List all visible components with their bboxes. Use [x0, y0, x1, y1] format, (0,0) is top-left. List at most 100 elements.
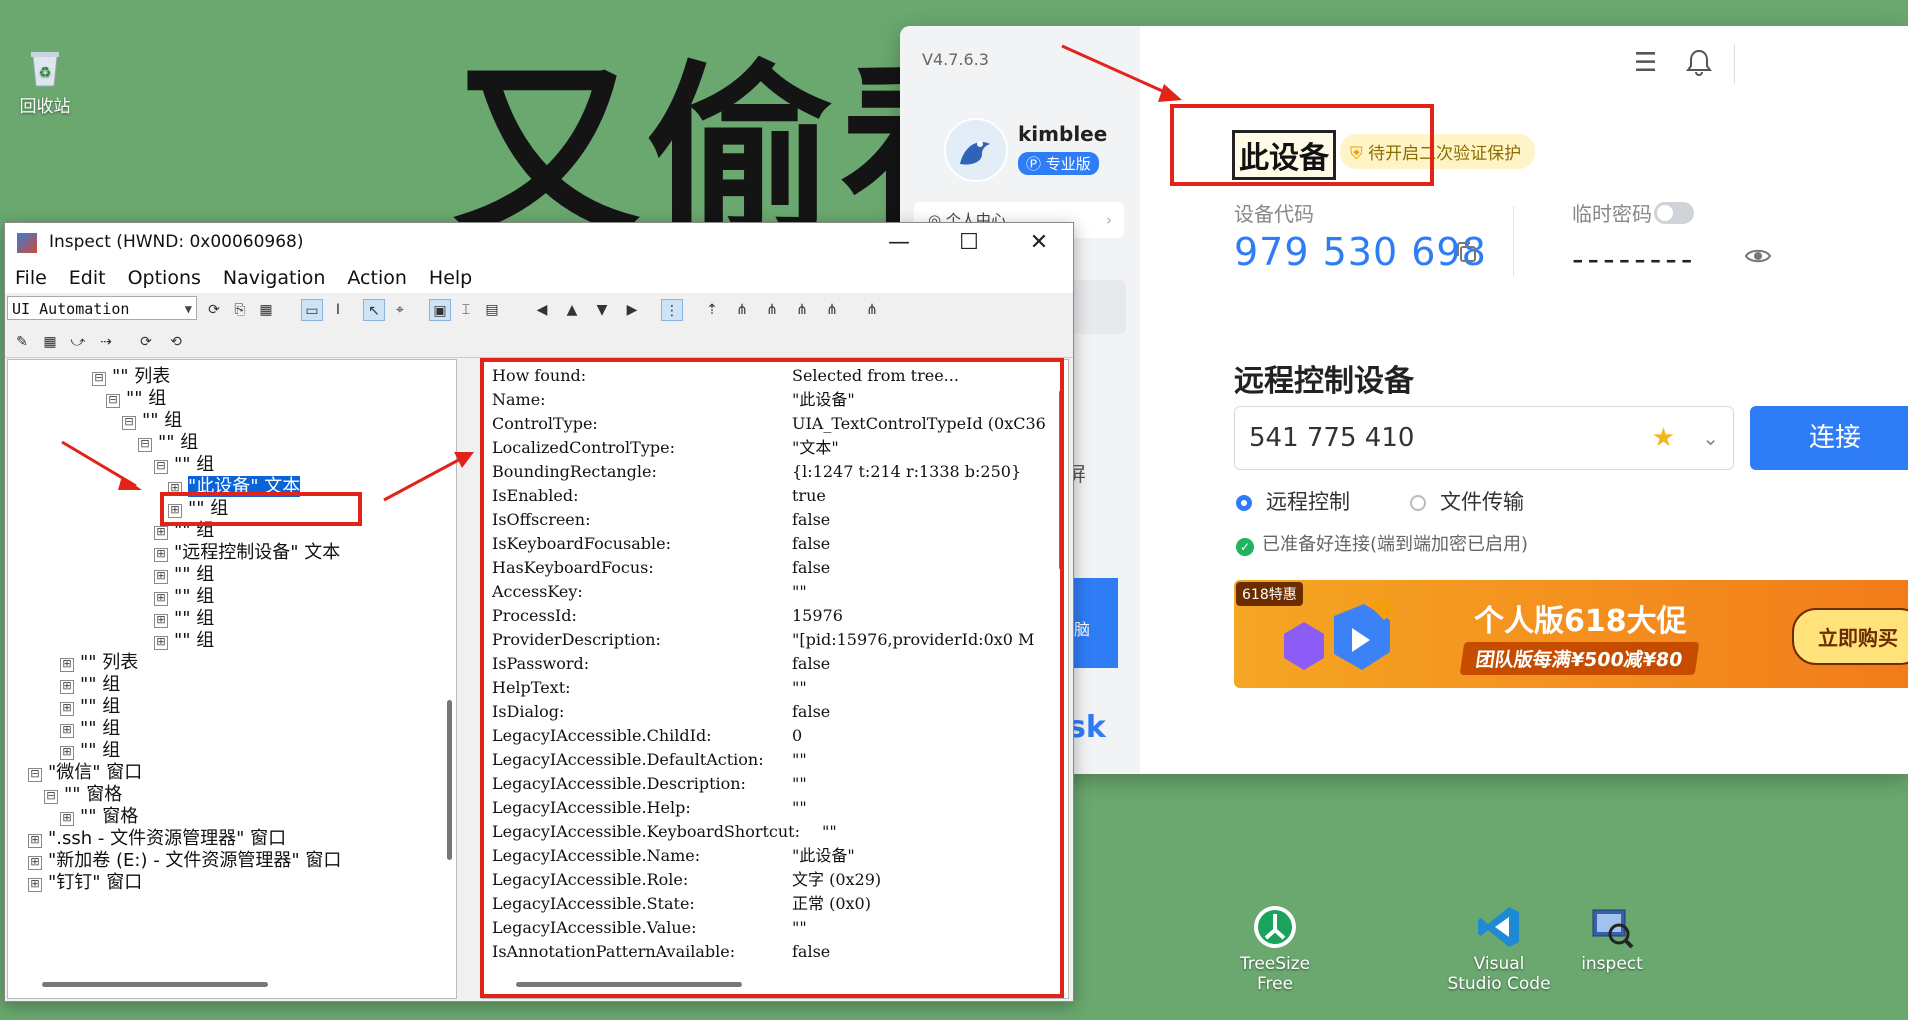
tool-b-icon[interactable]: ▦ [39, 331, 61, 353]
menu-help[interactable]: Help [429, 267, 472, 289]
nav-parent-icon[interactable]: ⇡ [701, 299, 723, 321]
expand-icon[interactable]: ⊞ [60, 658, 74, 672]
expand-icon[interactable]: ⊞ [60, 702, 74, 716]
remote-id-input[interactable]: 541 775 410 ★ ⌄ [1234, 406, 1734, 470]
tree-view-icon[interactable]: ⋮ [661, 299, 683, 321]
expand-icon[interactable]: ⊞ [154, 592, 168, 606]
expand-icon[interactable]: ⊞ [28, 878, 42, 892]
desktop-icon-vscode[interactable]: Visual Studio Code [1440, 904, 1558, 994]
properties-icon[interactable]: ▦ [255, 299, 277, 321]
maximize-icon[interactable]: ☐ [939, 225, 999, 261]
text-cursor-icon[interactable]: I [327, 299, 349, 321]
collapse-icon[interactable]: ⊟ [44, 790, 58, 804]
collapse-icon[interactable]: ⊟ [92, 372, 106, 386]
nav-up-icon[interactable]: ▲ [561, 299, 583, 321]
menu-navigation[interactable]: Navigation [223, 267, 325, 289]
radio-remote-label: 远程控制 [1266, 490, 1350, 514]
bell-icon[interactable] [1686, 48, 1712, 83]
tool-d-icon[interactable]: ⇢ [95, 331, 117, 353]
avatar[interactable] [944, 118, 1008, 182]
collapse-icon[interactable]: ⊟ [138, 438, 152, 452]
chevron-down-icon[interactable]: ⌄ [1702, 407, 1719, 469]
menu-file[interactable]: File [15, 267, 47, 289]
property-row: ProviderDescription: "[pid:15976,provider… [492, 628, 1034, 652]
tree-vertical-scrollbar[interactable] [447, 700, 452, 860]
menu-icon[interactable]: ☰ [1634, 48, 1657, 78]
tool-e-icon[interactable]: ⟳ [135, 331, 157, 353]
buy-now-button[interactable]: 立即购买 [1792, 608, 1908, 665]
inspect-menubar: File Edit Options Navigation Action Help [5, 263, 1073, 293]
show-info-icon[interactable]: ▤ [481, 299, 503, 321]
nav-down-icon[interactable]: ▼ [591, 299, 613, 321]
expand-icon[interactable]: ⊞ [60, 724, 74, 738]
pointer-icon[interactable]: ↖ [363, 299, 385, 321]
expand-icon[interactable]: ⊞ [154, 636, 168, 650]
inspect-titlebar[interactable]: Inspect (HWND: 0x00060968) — ☐ ✕ [5, 223, 1073, 263]
expand-icon[interactable]: ⊞ [154, 570, 168, 584]
nav-right-icon[interactable]: ▶ [621, 299, 643, 321]
expand-icon[interactable]: ⊞ [60, 680, 74, 694]
radio-remote-control[interactable]: 远程控制 [1236, 486, 1350, 516]
expand-icon[interactable]: ⊞ [60, 746, 74, 760]
expand-icon[interactable]: ⊞ [168, 504, 182, 518]
nav-left-icon[interactable]: ◀ [531, 299, 553, 321]
nav-last-child-icon[interactable]: ⋔ [821, 299, 843, 321]
check-icon: ✓ [1236, 538, 1254, 556]
focus-rect-icon[interactable]: ▭ [301, 299, 323, 321]
nav-next-sibling-icon[interactable]: ⋔ [761, 299, 783, 321]
menu-action[interactable]: Action [347, 267, 407, 289]
tree-node[interactable]: ⊞ "钉钉" 窗口 [28, 870, 142, 896]
tree-horizontal-scrollbar[interactable] [42, 982, 268, 987]
tool-refresh-icon[interactable]: ⟲ [165, 331, 187, 353]
recycle-bin[interactable]: ♻ 回收站 [12, 48, 78, 117]
hover-icon[interactable]: ⌖ [389, 299, 411, 321]
expand-icon[interactable]: ⊞ [60, 812, 74, 826]
tree-node-label: "钉钉" 窗口 [48, 872, 143, 893]
radio-file-transfer[interactable]: 文件传输 [1410, 486, 1524, 516]
desktop-icon-inspect[interactable]: inspect [1570, 904, 1654, 974]
properties-vertical-scrollbar[interactable] [1059, 390, 1064, 570]
collapse-icon[interactable]: ⊟ [122, 416, 136, 430]
sidebar-promo-card[interactable]: 脑 [1068, 578, 1118, 668]
close-icon[interactable]: ✕ [1009, 225, 1069, 261]
menu-options[interactable]: Options [128, 267, 201, 289]
promo-banner[interactable]: 618特惠 个人版618大促 团队版每满¥500减¥80 立即购买 [1234, 580, 1908, 688]
star-icon[interactable]: ★ [1652, 407, 1675, 469]
minimize-icon[interactable]: — [869, 225, 929, 261]
temp-password-toggle[interactable] [1654, 202, 1694, 224]
expand-icon[interactable]: ⊞ [154, 614, 168, 628]
menu-edit[interactable]: Edit [69, 267, 106, 289]
element-tree[interactable]: ⊟ "" 列表 ⊟ "" 组 ⊟ "" 组 ⊟ "" 组 ⊟ "" 组 ⊞ "此设备" 文本… [7, 359, 457, 999]
tree-node[interactable]: ⊞ "" 组 [154, 628, 214, 654]
collapse-icon[interactable]: ⊟ [28, 768, 42, 782]
eye-icon[interactable] [1744, 246, 1772, 270]
expand-icon[interactable]: ⊞ [154, 526, 168, 540]
tool-a-icon[interactable]: ✎ [11, 331, 33, 353]
code-divider [1513, 206, 1514, 276]
highlight-rect-icon[interactable]: ▣ [429, 299, 451, 321]
desktop-icon-treesize[interactable]: TreeSize Free [1226, 904, 1324, 994]
recycle-bin-icon: ♻ [27, 48, 63, 88]
collapse-icon[interactable]: ⊟ [106, 394, 120, 408]
expand-icon[interactable]: ⊞ [168, 482, 182, 496]
connect-button[interactable]: 连接 [1750, 406, 1908, 470]
copy-tree-icon[interactable]: ⎘ [229, 299, 251, 321]
property-key: IsOffscreen: [492, 510, 591, 529]
expand-icon[interactable]: ⊞ [28, 856, 42, 870]
copy-icon[interactable] [1454, 240, 1476, 262]
expand-icon[interactable]: ⊞ [28, 834, 42, 848]
caret-icon[interactable]: ⌶ [455, 299, 477, 321]
properties-pane[interactable]: How found: Selected from tree... Name: "此设… [481, 359, 1069, 999]
refresh-icon[interactable]: ⟳ [203, 299, 225, 321]
property-value: false [792, 702, 831, 721]
properties-horizontal-scrollbar[interactable] [516, 982, 742, 987]
twofa-badge[interactable]: ⛨ 待开启二次验证保护 [1340, 134, 1536, 169]
mode-select[interactable]: UI Automation ▼ [7, 296, 197, 320]
tool-c-icon[interactable]: ⤻ [67, 331, 89, 353]
expand-icon[interactable]: ⊞ [154, 548, 168, 562]
nav-root-icon[interactable]: ⋔ [861, 299, 883, 321]
collapse-icon[interactable]: ⊟ [154, 460, 168, 474]
nav-prev-sibling-icon[interactable]: ⋔ [791, 299, 813, 321]
tree-node-label: "" 组 [174, 454, 215, 475]
nav-first-child-icon[interactable]: ⋔ [731, 299, 753, 321]
